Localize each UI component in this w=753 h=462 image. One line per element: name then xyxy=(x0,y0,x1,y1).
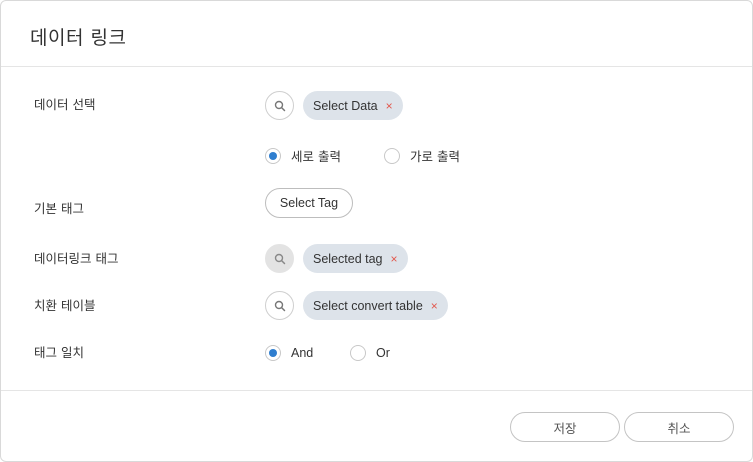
search-icon xyxy=(274,300,285,311)
cancel-button[interactable]: 취소 xyxy=(624,412,734,442)
base-tag-label: 기본 태그 xyxy=(34,201,84,216)
radio-circle xyxy=(265,345,281,361)
remove-icon[interactable]: × xyxy=(431,300,438,312)
chip-label: Selected tag xyxy=(313,251,383,266)
radio-label: And xyxy=(291,346,314,360)
remove-icon[interactable]: × xyxy=(386,100,393,112)
dialog-title: 데이터 링크 xyxy=(30,27,127,49)
convert-table-search-button[interactable] xyxy=(265,291,294,320)
data-select-search-button[interactable] xyxy=(265,91,294,120)
remove-icon[interactable]: × xyxy=(391,253,398,265)
radio-circle xyxy=(350,345,366,361)
datalink-tag-label: 데이터링크 태그 xyxy=(34,251,119,266)
tag-match-label: 태그 일치 xyxy=(34,345,84,360)
radio-and[interactable]: And xyxy=(265,345,313,361)
radio-label: Or xyxy=(376,346,390,360)
radio-vertical-output[interactable]: 세로 출력 xyxy=(265,146,341,165)
data-select-label: 데이터 선택 xyxy=(34,97,96,112)
data-select-chip[interactable]: Select Data × xyxy=(303,91,403,120)
search-icon xyxy=(274,253,285,264)
select-tag-button[interactable]: Select Tag xyxy=(265,188,353,218)
datalink-tag-search-button[interactable] xyxy=(265,244,294,273)
data-link-dialog: 데이터 링크 데이터 선택 Select Data × 세로 출력 가로 출력 … xyxy=(0,0,753,462)
chip-label: Select convert table xyxy=(313,298,423,313)
convert-table-chip[interactable]: Select convert table × xyxy=(303,291,448,320)
convert-table-label: 치환 테이블 xyxy=(34,298,96,313)
chip-label: Select Data xyxy=(313,98,378,113)
radio-label: 가로 출력 xyxy=(410,149,460,164)
footer-divider xyxy=(1,390,752,391)
radio-horizontal-output[interactable]: 가로 출력 xyxy=(384,146,460,165)
radio-circle xyxy=(384,147,400,164)
datalink-tag-chip[interactable]: Selected tag × xyxy=(303,244,408,273)
save-button[interactable]: 저장 xyxy=(510,412,620,442)
search-icon xyxy=(274,100,285,111)
radio-or[interactable]: Or xyxy=(350,345,390,361)
radio-label: 세로 출력 xyxy=(291,149,341,164)
dialog-header: 데이터 링크 xyxy=(1,1,752,67)
radio-circle xyxy=(265,147,281,164)
